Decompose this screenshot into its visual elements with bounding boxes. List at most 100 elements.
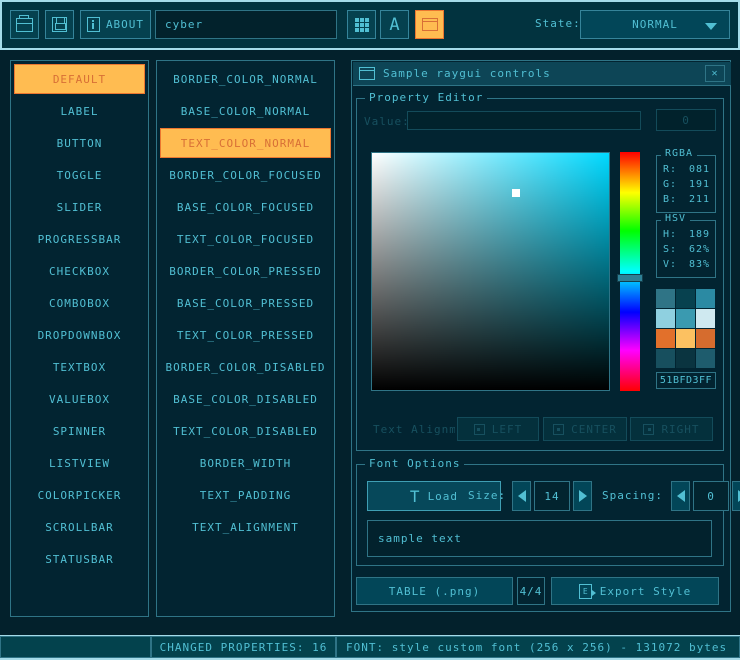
align-center-icon: [553, 424, 564, 435]
control-item-dropdownbox[interactable]: DROPDOWNBOX: [14, 320, 145, 350]
property-item-text-color-normal[interactable]: TEXT_COLOR_NORMAL: [160, 128, 331, 158]
property-editor-group-label: Property Editor: [365, 91, 487, 104]
control-item-colorpicker[interactable]: COLORPICKER: [14, 480, 145, 510]
spacing-value-box[interactable]: 0: [693, 481, 729, 511]
style-table-view-button[interactable]: [347, 10, 376, 39]
font-view-button[interactable]: A: [380, 10, 409, 39]
value-input[interactable]: [407, 111, 641, 130]
swatch[interactable]: [696, 349, 715, 368]
color-picker-panel[interactable]: [371, 152, 610, 391]
swatch[interactable]: [656, 349, 675, 368]
control-item-default[interactable]: DEFAULT: [14, 64, 145, 94]
controls-view-button[interactable]: [415, 10, 444, 39]
swatch[interactable]: [676, 329, 695, 348]
hue-slider-handle[interactable]: [617, 274, 643, 282]
control-item-button[interactable]: BUTTON: [14, 128, 145, 158]
property-item-text-color-pressed[interactable]: TEXT_COLOR_PRESSED: [160, 320, 331, 350]
control-item-scrollbar[interactable]: SCROLLBAR: [14, 512, 145, 542]
close-button[interactable]: ✕: [705, 65, 725, 82]
control-item-combobox[interactable]: COMBOBOX: [14, 288, 145, 318]
g-value: 191: [689, 179, 710, 190]
property-item-border-color-focused[interactable]: BORDER_COLOR_FOCUSED: [160, 160, 331, 190]
sample-text-box[interactable]: sample text: [367, 520, 712, 557]
property-item-base-color-pressed[interactable]: BASE_COLOR_PRESSED: [160, 288, 331, 318]
swatch[interactable]: [676, 289, 695, 308]
window-title: Sample raygui controls: [383, 67, 551, 80]
control-item-listview[interactable]: LISTVIEW: [14, 448, 145, 478]
font-options-group: Font Options T Load Size: 14 Spacing: 0: [356, 464, 724, 566]
save-style-button[interactable]: [45, 10, 74, 39]
control-item-progressbar[interactable]: PROGRESSBAR: [14, 224, 145, 254]
value-label: Value:: [364, 115, 410, 128]
rgba-group: RGBA R:081 G:191 B:211: [656, 155, 716, 213]
chevron-left-icon: [518, 490, 526, 502]
state-dropdown[interactable]: NORMAL: [580, 10, 730, 39]
properties-list-panel: BORDER_COLOR_NORMAL BASE_COLOR_NORMAL TE…: [156, 60, 335, 617]
property-item-border-width[interactable]: BORDER_WIDTH: [160, 448, 331, 478]
align-right-icon: [643, 424, 654, 435]
control-item-valuebox[interactable]: VALUEBOX: [14, 384, 145, 414]
font-a-icon: A: [389, 15, 399, 35]
info-icon: [87, 17, 100, 32]
style-name-input[interactable]: [155, 10, 337, 39]
size-increase-button[interactable]: [573, 481, 592, 511]
style-color-swatches: [656, 289, 715, 368]
swatch[interactable]: [696, 289, 715, 308]
property-item-text-padding[interactable]: TEXT_PADDING: [160, 480, 331, 510]
b-value: 211: [689, 194, 710, 205]
control-item-toggle[interactable]: TOGGLE: [14, 160, 145, 190]
property-item-border-color-disabled[interactable]: BORDER_COLOR_DISABLED: [160, 352, 331, 382]
control-item-checkbox[interactable]: CHECKBOX: [14, 256, 145, 286]
changed-properties-status: CHANGED PROPERTIES: 16: [151, 636, 336, 658]
control-item-textbox[interactable]: TEXTBOX: [14, 352, 145, 382]
statusbar: CHANGED PROPERTIES: 16 FONT: style custo…: [0, 635, 740, 660]
control-item-label[interactable]: LABEL: [14, 96, 145, 126]
swatch[interactable]: [696, 309, 715, 328]
about-button[interactable]: ABOUT: [80, 10, 151, 39]
hsv-group-label: HSV: [661, 213, 690, 224]
hue-bar[interactable]: [620, 152, 640, 391]
value-zero-button[interactable]: 0: [656, 109, 716, 131]
spacing-increase-button[interactable]: [732, 481, 740, 511]
property-item-base-color-disabled[interactable]: BASE_COLOR_DISABLED: [160, 384, 331, 414]
property-item-base-color-normal[interactable]: BASE_COLOR_NORMAL: [160, 96, 331, 126]
property-item-text-color-focused[interactable]: TEXT_COLOR_FOCUSED: [160, 224, 331, 254]
spacing-label: Spacing:: [602, 489, 663, 502]
table-png-button[interactable]: TABLE (.png): [356, 577, 513, 605]
sample-controls-window: Sample raygui controls ✕ Property Editor…: [351, 60, 731, 612]
control-item-slider[interactable]: SLIDER: [14, 192, 145, 222]
size-value-box[interactable]: 14: [534, 481, 570, 511]
swatch[interactable]: [656, 309, 675, 328]
size-label: Size:: [468, 489, 506, 502]
export-style-button[interactable]: E Export Style: [551, 577, 719, 605]
spacing-decrease-button[interactable]: [671, 481, 690, 511]
controls-list: DEFAULT LABEL BUTTON TOGGLE SLIDER PROGR…: [11, 61, 148, 577]
window-titlebar: Sample raygui controls: [353, 62, 731, 86]
close-icon: ✕: [711, 68, 718, 79]
size-decrease-button[interactable]: [512, 481, 531, 511]
save-icon: [52, 17, 67, 32]
align-left-button[interactable]: LEFT: [457, 417, 539, 441]
property-editor-group: Property Editor Value: 0 RGBA R:081 G:19…: [356, 98, 724, 451]
property-item-text-color-disabled[interactable]: TEXT_COLOR_DISABLED: [160, 416, 331, 446]
control-item-statusbar[interactable]: STATUSBAR: [14, 544, 145, 574]
swatch[interactable]: [676, 309, 695, 328]
property-item-border-color-normal[interactable]: BORDER_COLOR_NORMAL: [160, 64, 331, 94]
control-item-spinner[interactable]: SPINNER: [14, 416, 145, 446]
swatch[interactable]: [656, 329, 675, 348]
swatch[interactable]: [656, 289, 675, 308]
hex-color-field[interactable]: 51BFD3FF: [656, 372, 716, 389]
font-info-status: FONT: style custom font (256 x 256) - 13…: [336, 636, 740, 658]
pages-indicator: 4/4: [517, 577, 545, 605]
swatch[interactable]: [696, 329, 715, 348]
property-item-border-color-pressed[interactable]: BORDER_COLOR_PRESSED: [160, 256, 331, 286]
property-item-text-alignment[interactable]: TEXT_ALIGNMENT: [160, 512, 331, 542]
open-style-button[interactable]: [10, 10, 39, 39]
property-item-base-color-focused[interactable]: BASE_COLOR_FOCUSED: [160, 192, 331, 222]
chevron-right-icon: [579, 490, 587, 502]
window-icon: [422, 18, 438, 31]
swatch[interactable]: [676, 349, 695, 368]
color-picker-cursor[interactable]: [512, 189, 520, 197]
align-center-button[interactable]: CENTER: [543, 417, 627, 441]
align-right-button[interactable]: RIGHT: [630, 417, 713, 441]
